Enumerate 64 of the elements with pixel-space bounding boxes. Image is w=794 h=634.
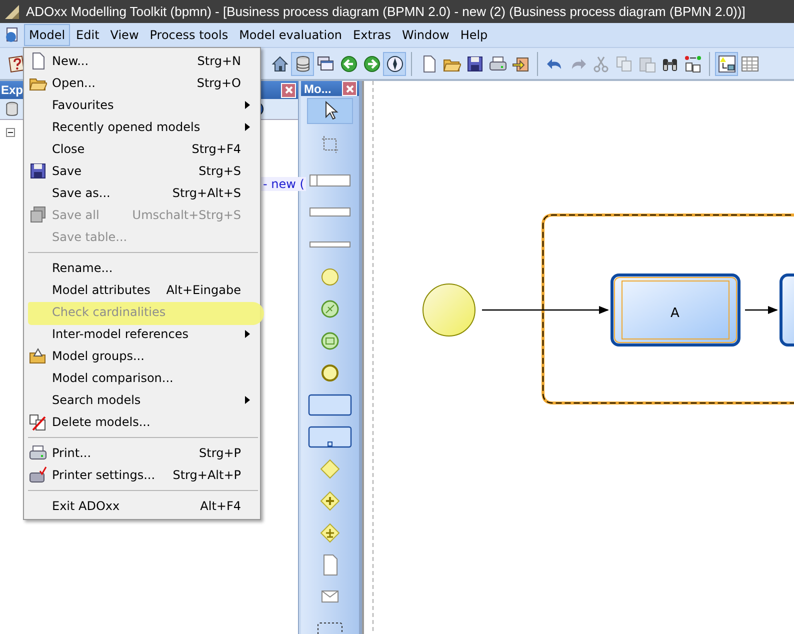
task-shape[interactable] [780,274,794,346]
database-icon[interactable] [4,101,20,117]
menu-item[interactable]: New... Strg+N [24,50,260,72]
menu-item[interactable]: Recently opened models [24,116,260,138]
shortcut-label: Strg+F4 [192,142,241,156]
sequence-flow-arrow[interactable] [745,306,778,314]
pointer-icon[interactable] [307,98,353,124]
modelling-mode-icon[interactable] [715,52,738,76]
group-frame[interactable] [542,214,794,404]
shortcut-label: Strg+S [198,164,241,178]
subprocess-icon[interactable] [307,424,353,450]
close-icon[interactable] [281,82,296,98]
folder-icon [29,347,47,365]
task-label: A [670,306,680,321]
shortcut-label: Strg+Alt+S [172,186,241,200]
menu-item[interactable]: Rename... [24,257,260,279]
printer-icon [29,444,47,462]
task-shape[interactable] [610,274,740,346]
menu-bar-item[interactable]: Edit [71,24,104,46]
shortcut-label: Alt+F4 [200,499,241,513]
start-event[interactable] [422,284,476,336]
menu-item[interactable]: Printer settings... Strg+Alt+P [24,464,260,486]
menu-bar-item[interactable]: Process tools [144,24,234,46]
menu-bar-item[interactable]: Help [455,24,493,46]
menu-item[interactable]: Delete models... [24,411,260,433]
save-icon [29,162,47,180]
window-title: ADOxx Modelling Toolkit (bpmn) - [Business process diagram (BPMN 2.0) - new (2) (Business process diagram (BPMN 2.0))] [26,4,746,19]
menu-item[interactable]: Print... Strg+P [24,442,260,464]
shortcut-label: Strg+P [199,446,241,460]
menu-bar-item[interactable]: Extras [348,24,396,46]
save-all-icon [29,206,47,224]
close-icon[interactable] [342,81,357,96]
menu-item[interactable]: Exit ADOxx Alt+F4 [24,495,260,517]
database-icon[interactable] [291,52,314,76]
menu-bar-item[interactable]: Model evaluation [234,24,348,46]
menu-bar-item[interactable]: View [105,24,144,46]
menu-item[interactable]: Save as... Strg+Alt+S [24,182,260,204]
menu-item[interactable]: Favourites [24,94,260,116]
shortcut-label: Alt+Eingabe [166,283,241,297]
menu-item[interactable]: Search models [24,389,260,411]
collapse-icon[interactable] [6,128,15,137]
menu-item[interactable]: Close Strg+F4 [24,138,260,160]
tree-item[interactable]: - new ( [261,177,306,191]
compass-icon[interactable] [383,52,406,76]
menu-item[interactable]: Inter-model references [24,323,260,345]
shortcut-label: Strg+N [197,54,241,68]
shortcut-label: Umschalt+Strg+S [132,208,241,222]
menu-item[interactable]: Open... Strg+O [24,72,260,94]
app-logo-icon [4,4,20,20]
menu-item[interactable]: Model comparison... [24,367,260,389]
task-icon[interactable] [307,392,353,418]
shortcut-label: Strg+O [196,76,241,90]
shortcut-label: Strg+Alt+P [172,468,241,482]
panel-title: Mo... [304,82,332,96]
menu-item[interactable]: Save Strg+S [24,160,260,182]
panel-title: Exp [1,83,24,97]
sequence-flow-arrow[interactable] [482,306,609,314]
delete-icon [29,413,47,431]
printer-settings-icon [29,466,47,484]
menu-item[interactable]: Model attributes Alt+Eingabe [24,279,260,301]
document-icon[interactable] [4,27,20,43]
menu-item[interactable]: Model groups... [24,345,260,367]
menu-bar-item[interactable]: Window [396,24,454,46]
menu-bar-item[interactable]: Model [24,24,70,46]
